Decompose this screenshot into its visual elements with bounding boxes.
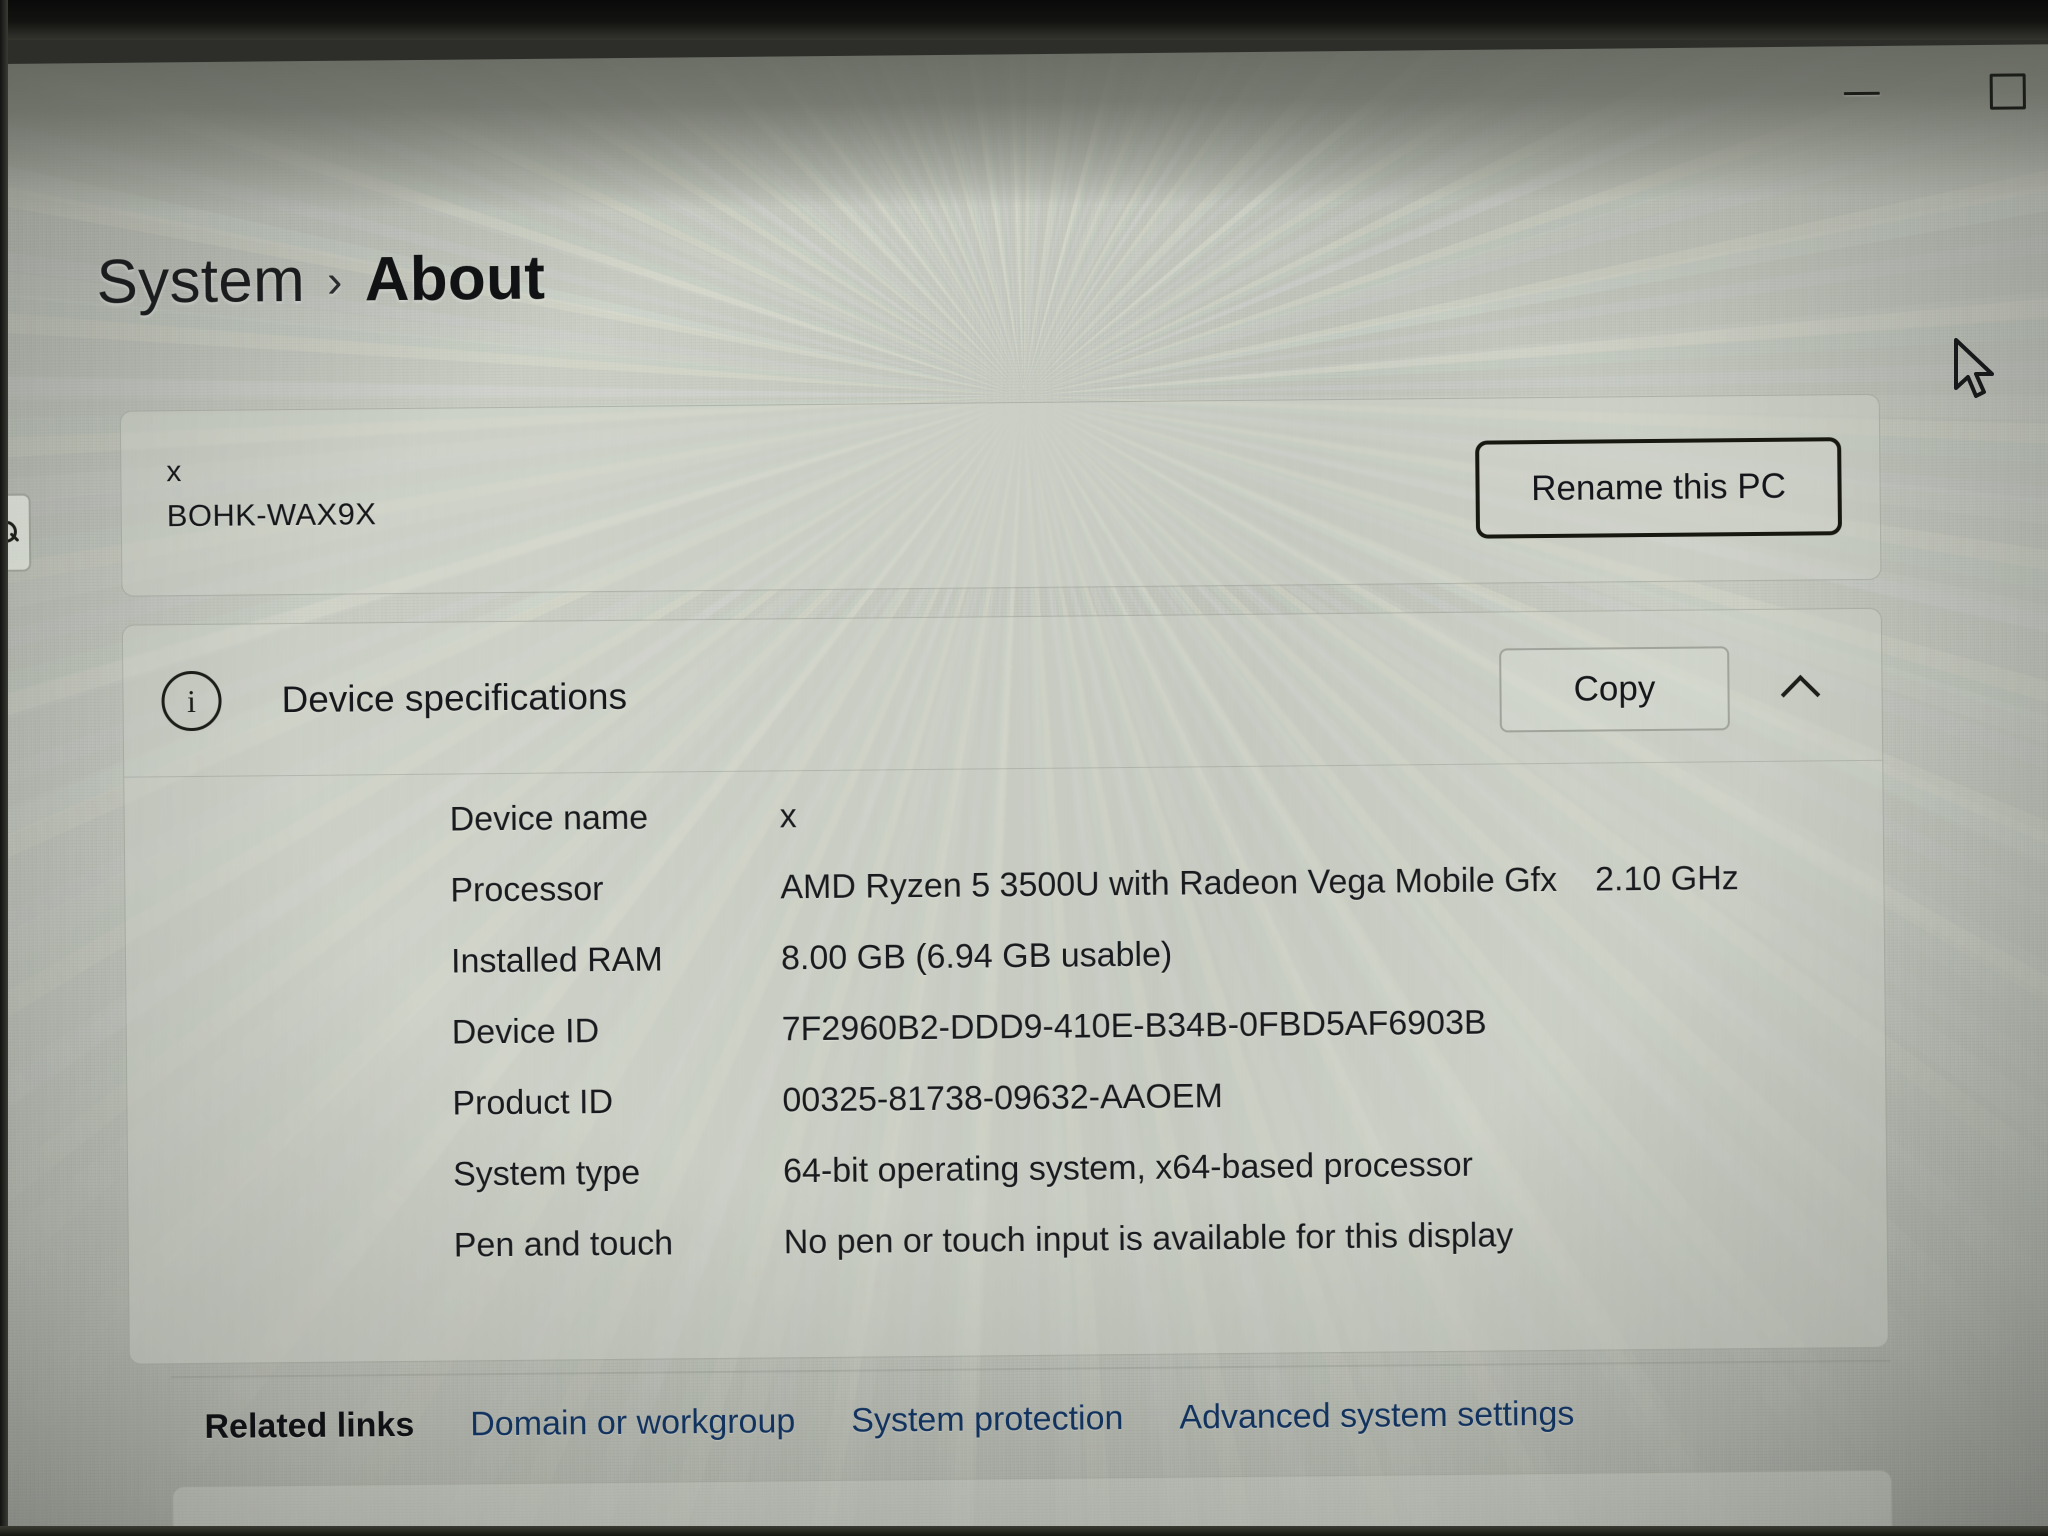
maximize-icon — [1989, 73, 2026, 110]
page-title: About — [364, 243, 546, 315]
collapse-section-button[interactable] — [1769, 653, 1834, 718]
monitor-bezel-bottom — [0, 1526, 2048, 1536]
rename-this-pc-button[interactable]: Rename this PC — [1475, 437, 1843, 539]
spec-key: System type — [452, 1153, 641, 1194]
breadcrumb-system[interactable]: System — [96, 245, 305, 318]
spec-value-primary: AMD Ryzen 5 3500U with Radeon Vega Mobil… — [780, 860, 1558, 907]
spec-value: No pen or touch input is available for t… — [783, 1216, 1514, 1262]
copy-button[interactable]: Copy — [1499, 646, 1730, 733]
spec-value: x — [779, 797, 797, 836]
related-links: Related links Domain or workgroup System… — [204, 1394, 1630, 1447]
related-links-label: Related links — [204, 1405, 415, 1446]
spec-value-clock: 2.10 GHz — [1594, 859, 1739, 899]
about-page-content: System › About x BOHK-WAX9X Rename this … — [0, 6, 2048, 1536]
maximize-button[interactable] — [1981, 64, 2036, 119]
breadcrumb: System › About — [96, 243, 545, 318]
settings-window: System › About x BOHK-WAX9X Rename this … — [0, 6, 2048, 1536]
spec-value: 8.00 GB (6.94 GB usable) — [780, 935, 1173, 978]
monitor-bezel-top — [0, 0, 2048, 40]
breadcrumb-separator-icon: › — [326, 254, 343, 307]
minimize-icon — [1843, 91, 1880, 95]
device-model-line2: BOHK-WAX9X — [166, 495, 377, 533]
spec-value: AMD Ryzen 5 3500U with Radeon Vega Mobil… — [780, 859, 1739, 907]
device-specifications-card: i Device specifications Copy Device name… — [121, 607, 1889, 1365]
spec-key: Product ID — [452, 1082, 614, 1123]
info-icon: i — [161, 670, 222, 731]
device-name-line1: x — [166, 455, 182, 489]
spec-key: Device name — [449, 798, 649, 839]
minimize-button[interactable] — [1835, 66, 1890, 121]
spec-value: 7F2960B2-DDD9-410E-B34B-0FBD5AF6903B — [781, 1003, 1487, 1049]
spec-key: Installed RAM — [450, 940, 663, 981]
spec-key: Device ID — [451, 1012, 600, 1052]
spec-key: Pen and touch — [453, 1224, 674, 1265]
device-specifications-table: Device name x Processor AMD Ryzen 5 3500… — [125, 787, 1888, 1301]
link-system-protection[interactable]: System protection — [851, 1399, 1123, 1441]
link-domain-or-workgroup[interactable]: Domain or workgroup — [470, 1402, 795, 1444]
spec-value: 00325-81738-09632-AAOEM — [782, 1077, 1223, 1120]
device-specifications-title: Device specifications — [281, 675, 628, 720]
device-name-card: x BOHK-WAX9X Rename this PC — [119, 393, 1882, 597]
device-name-block: x BOHK-WAX9X — [166, 449, 376, 538]
spec-value: 64-bit operating system, x64-based proce… — [782, 1145, 1474, 1191]
monitor-bezel-left — [0, 0, 8, 1536]
link-advanced-system-settings[interactable]: Advanced system settings — [1179, 1395, 1574, 1438]
window-controls — [1835, 64, 2036, 120]
section-divider — [171, 1359, 1891, 1378]
spec-key: Processor — [450, 870, 604, 910]
chevron-up-icon — [1784, 668, 1818, 702]
screen-photograph: System › About x BOHK-WAX9X Rename this … — [0, 0, 2048, 1536]
